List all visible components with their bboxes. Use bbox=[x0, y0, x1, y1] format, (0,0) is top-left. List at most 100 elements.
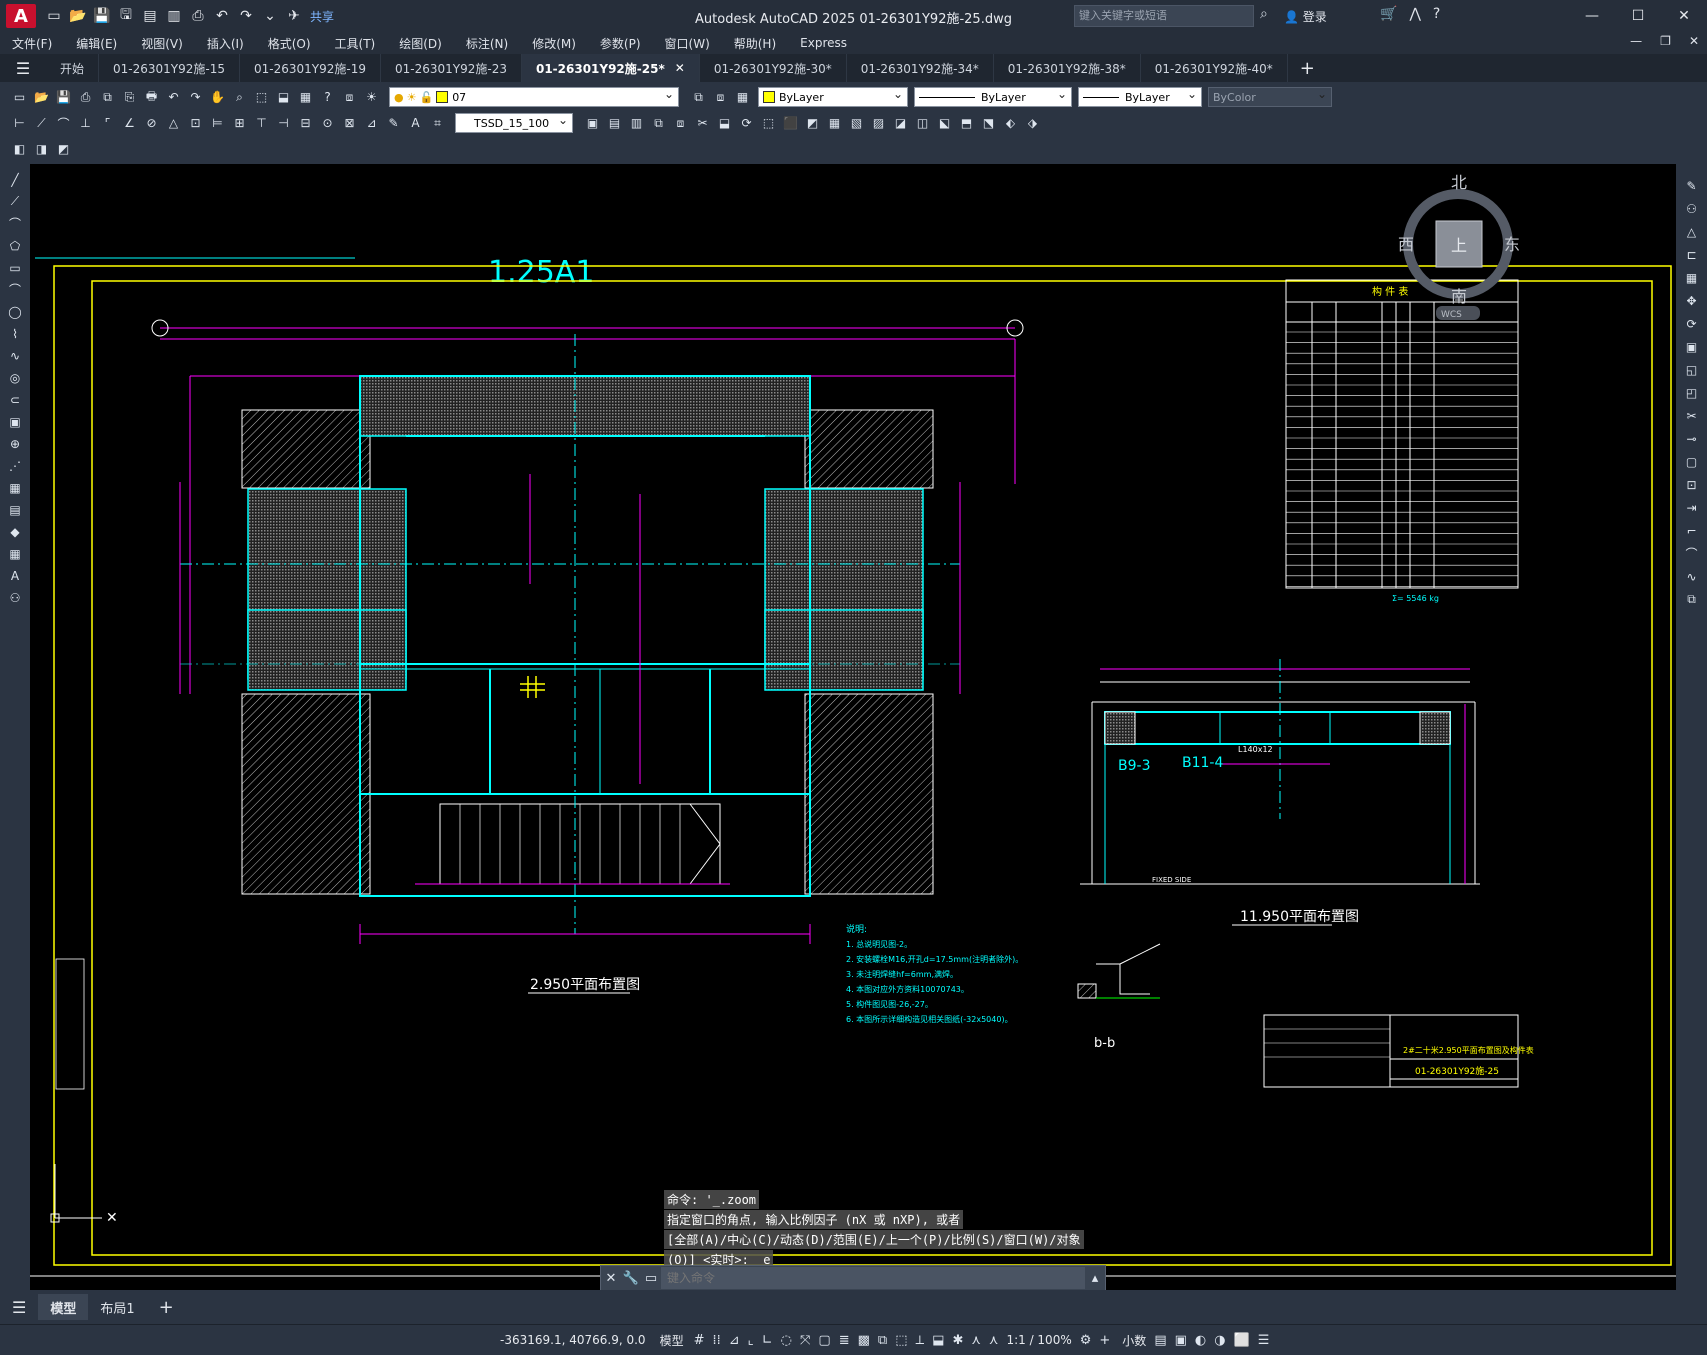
dynamic-input-icon[interactable]: ⌞ bbox=[748, 1333, 754, 1348]
draw-tool-7-icon[interactable]: ⌇ bbox=[5, 324, 25, 343]
edit-tool-3-icon[interactable]: ⧉ bbox=[649, 114, 668, 133]
edit-tool-9-icon[interactable]: ⬛ bbox=[781, 114, 800, 133]
menu-item-0[interactable]: 文件(F) bbox=[0, 35, 64, 52]
modify-tool-8-icon[interactable]: ◱ bbox=[1682, 360, 1702, 379]
layer-dropdown[interactable]: ● ☀ 🔓 07 bbox=[389, 87, 679, 107]
draw-tool-19-icon[interactable]: ⚇ bbox=[5, 588, 25, 607]
new-file-icon[interactable]: ▭ bbox=[44, 6, 64, 26]
layout-tab-1[interactable]: 布局1 bbox=[88, 1294, 146, 1320]
draw-tool-10-icon[interactable]: ⊂ bbox=[5, 390, 25, 409]
dim-tool-5-icon[interactable]: ∠ bbox=[120, 114, 139, 133]
customize-dropdown-icon[interactable]: ⌄ bbox=[260, 6, 280, 26]
redo-icon[interactable]: ↷ bbox=[236, 6, 256, 26]
menu-item-1[interactable]: 编辑(E) bbox=[64, 35, 129, 52]
lineweight-dropdown[interactable]: ByLayer bbox=[1078, 87, 1202, 107]
standard-tool-6-icon[interactable]: 🖶 bbox=[142, 88, 161, 107]
draw-tool-11-icon[interactable]: ▣ bbox=[5, 412, 25, 431]
modify-tool-15-icon[interactable]: ⌐ bbox=[1682, 521, 1702, 540]
login-button[interactable]: 👤 登录 bbox=[1284, 8, 1327, 25]
help-icon[interactable]: ? bbox=[1433, 6, 1440, 22]
doc-close-icon[interactable]: ✕ bbox=[1689, 34, 1699, 48]
dim-tool-1-icon[interactable]: ⟋ bbox=[32, 114, 51, 133]
menu-item-6[interactable]: 绘图(D) bbox=[387, 35, 454, 52]
edit-tool-14-icon[interactable]: ◪ bbox=[891, 114, 910, 133]
standard-tool-11-icon[interactable]: ⬚ bbox=[252, 88, 271, 107]
file-tab-6[interactable]: 01-26301Y92施-34* bbox=[847, 54, 994, 82]
draw-tool-3-icon[interactable]: ⬠ bbox=[5, 236, 25, 255]
menu-item-8[interactable]: 修改(M) bbox=[520, 35, 588, 52]
ucs-menu[interactable]: WCS bbox=[1441, 310, 1462, 320]
autocad-logo-icon[interactable]: A bbox=[6, 4, 36, 28]
draw-tool-2-icon[interactable]: ⌒ bbox=[5, 214, 25, 233]
ortho-icon[interactable]: ∟ bbox=[762, 1333, 773, 1348]
save-web-icon[interactable]: ▥ bbox=[164, 6, 184, 26]
dim-tool-13-icon[interactable]: ⊟ bbox=[296, 114, 315, 133]
menu-icon[interactable]: ☰ bbox=[0, 54, 46, 82]
selection-filter-icon[interactable]: ⬓ bbox=[932, 1333, 944, 1348]
modify-tool-1-icon[interactable]: ⚇ bbox=[1682, 199, 1702, 218]
menu-item-5[interactable]: 工具(T) bbox=[323, 35, 388, 52]
standard-tool-14-icon[interactable]: ? bbox=[318, 88, 337, 107]
new-tab-icon[interactable]: + bbox=[1288, 54, 1327, 82]
transparency-icon[interactable]: ▩ bbox=[858, 1333, 870, 1348]
modify-tool-17-icon[interactable]: ∿ bbox=[1682, 567, 1702, 586]
autodesk-app-icon[interactable]: ⋀ bbox=[1409, 6, 1420, 22]
modify-tool-6-icon[interactable]: ⟳ bbox=[1682, 314, 1702, 333]
dim-tool-15-icon[interactable]: ⊠ bbox=[340, 114, 359, 133]
drawing-canvas[interactable]: 1.25A1 2.950平面布置图 说明: 1. 总说明见图-2。 2. 安装螺… bbox=[30, 164, 1676, 1290]
doc-restore-icon[interactable]: ❐ bbox=[1660, 34, 1671, 48]
edit-tool-19-icon[interactable]: ⬖ bbox=[1001, 114, 1020, 133]
file-tab-0[interactable]: 开始 bbox=[46, 54, 100, 82]
edit-tool-6-icon[interactable]: ⬓ bbox=[715, 114, 734, 133]
standard-tool-12-icon[interactable]: ⬓ bbox=[274, 88, 293, 107]
dim-tool-14-icon[interactable]: ⊙ bbox=[318, 114, 337, 133]
modify-tool-7-icon[interactable]: ▣ bbox=[1682, 337, 1702, 356]
standard-tool-3-icon[interactable]: ⎙ bbox=[76, 88, 95, 107]
polar-icon[interactable]: ◌ bbox=[781, 1333, 792, 1348]
edit-tool-18-icon[interactable]: ⬔ bbox=[979, 114, 998, 133]
modify-tool-11-icon[interactable]: ⊸ bbox=[1682, 429, 1702, 448]
selection-cycling-icon[interactable]: ⧉ bbox=[878, 1333, 887, 1348]
modify-tool-13-icon[interactable]: ⊡ bbox=[1682, 475, 1702, 494]
isolate-objects-icon[interactable]: ◐ bbox=[1195, 1333, 1206, 1348]
dim-tool-3-icon[interactable]: ⊥ bbox=[76, 114, 95, 133]
model-space-button[interactable]: 模型 bbox=[660, 1332, 684, 1349]
dim-tool-12-icon[interactable]: ⊣ bbox=[274, 114, 293, 133]
menu-item-10[interactable]: 窗口(W) bbox=[653, 35, 722, 52]
edit-tool-8-icon[interactable]: ⬚ bbox=[759, 114, 778, 133]
draw-tool-15-icon[interactable]: ▤ bbox=[5, 500, 25, 519]
command-prompt-icon[interactable]: ▭ bbox=[641, 1271, 661, 1286]
modify-tool-10-icon[interactable]: ✂ bbox=[1682, 406, 1702, 425]
object-snap-icon[interactable]: ▢ bbox=[818, 1333, 830, 1348]
menu-item-11[interactable]: 帮助(H) bbox=[722, 35, 788, 52]
command-history-toggle-icon[interactable]: ▴ bbox=[1085, 1271, 1105, 1286]
search-input[interactable]: 键入关键字或短语 bbox=[1074, 5, 1254, 27]
edit-tool-12-icon[interactable]: ▧ bbox=[847, 114, 866, 133]
close-tab-icon[interactable]: ✕ bbox=[675, 61, 685, 75]
dim-tool-10-icon[interactable]: ⊞ bbox=[230, 114, 249, 133]
draw-tool-18-icon[interactable]: A bbox=[5, 566, 25, 585]
modify-tool-4-icon[interactable]: ▦ bbox=[1682, 268, 1702, 287]
viewcube[interactable]: 上 北 南 东 西 WCS bbox=[1398, 173, 1520, 320]
color-dropdown[interactable]: ByLayer bbox=[758, 87, 908, 107]
edit-tool-11-icon[interactable]: ▦ bbox=[825, 114, 844, 133]
edit-tool-15-icon[interactable]: ◫ bbox=[913, 114, 932, 133]
edit-tool-1-icon[interactable]: ▤ bbox=[605, 114, 624, 133]
layer-states-icon[interactable]: ▦ bbox=[733, 88, 752, 107]
edit-tool-20-icon[interactable]: ⬗ bbox=[1023, 114, 1042, 133]
dimstyle-dropdown[interactable]: TSSD_15_100 bbox=[455, 113, 573, 133]
standard-tool-5-icon[interactable]: ⎘ bbox=[120, 88, 139, 107]
3d-snap-icon[interactable]: ⬚ bbox=[895, 1333, 907, 1348]
close-command-icon[interactable]: ✕ bbox=[601, 1271, 621, 1286]
standard-tool-2-icon[interactable]: 💾 bbox=[54, 88, 73, 107]
dim-tool-4-icon[interactable]: ⌜ bbox=[98, 114, 117, 133]
dim-tool-8-icon[interactable]: ⊡ bbox=[186, 114, 205, 133]
infer-icon[interactable]: ⊿ bbox=[729, 1333, 740, 1348]
file-tab-8[interactable]: 01-26301Y92施-40* bbox=[1141, 54, 1288, 82]
modify-tool-9-icon[interactable]: ◰ bbox=[1682, 383, 1702, 402]
draw-tool-13-icon[interactable]: ⋰ bbox=[5, 456, 25, 475]
annotation-visibility-icon[interactable]: ⋏ bbox=[971, 1333, 981, 1348]
modify-tool-18-icon[interactable]: ⧉ bbox=[1682, 590, 1702, 609]
gizmo-icon[interactable]: ✱ bbox=[952, 1333, 963, 1348]
dim-tool-19-icon[interactable]: ⌗ bbox=[428, 114, 447, 133]
